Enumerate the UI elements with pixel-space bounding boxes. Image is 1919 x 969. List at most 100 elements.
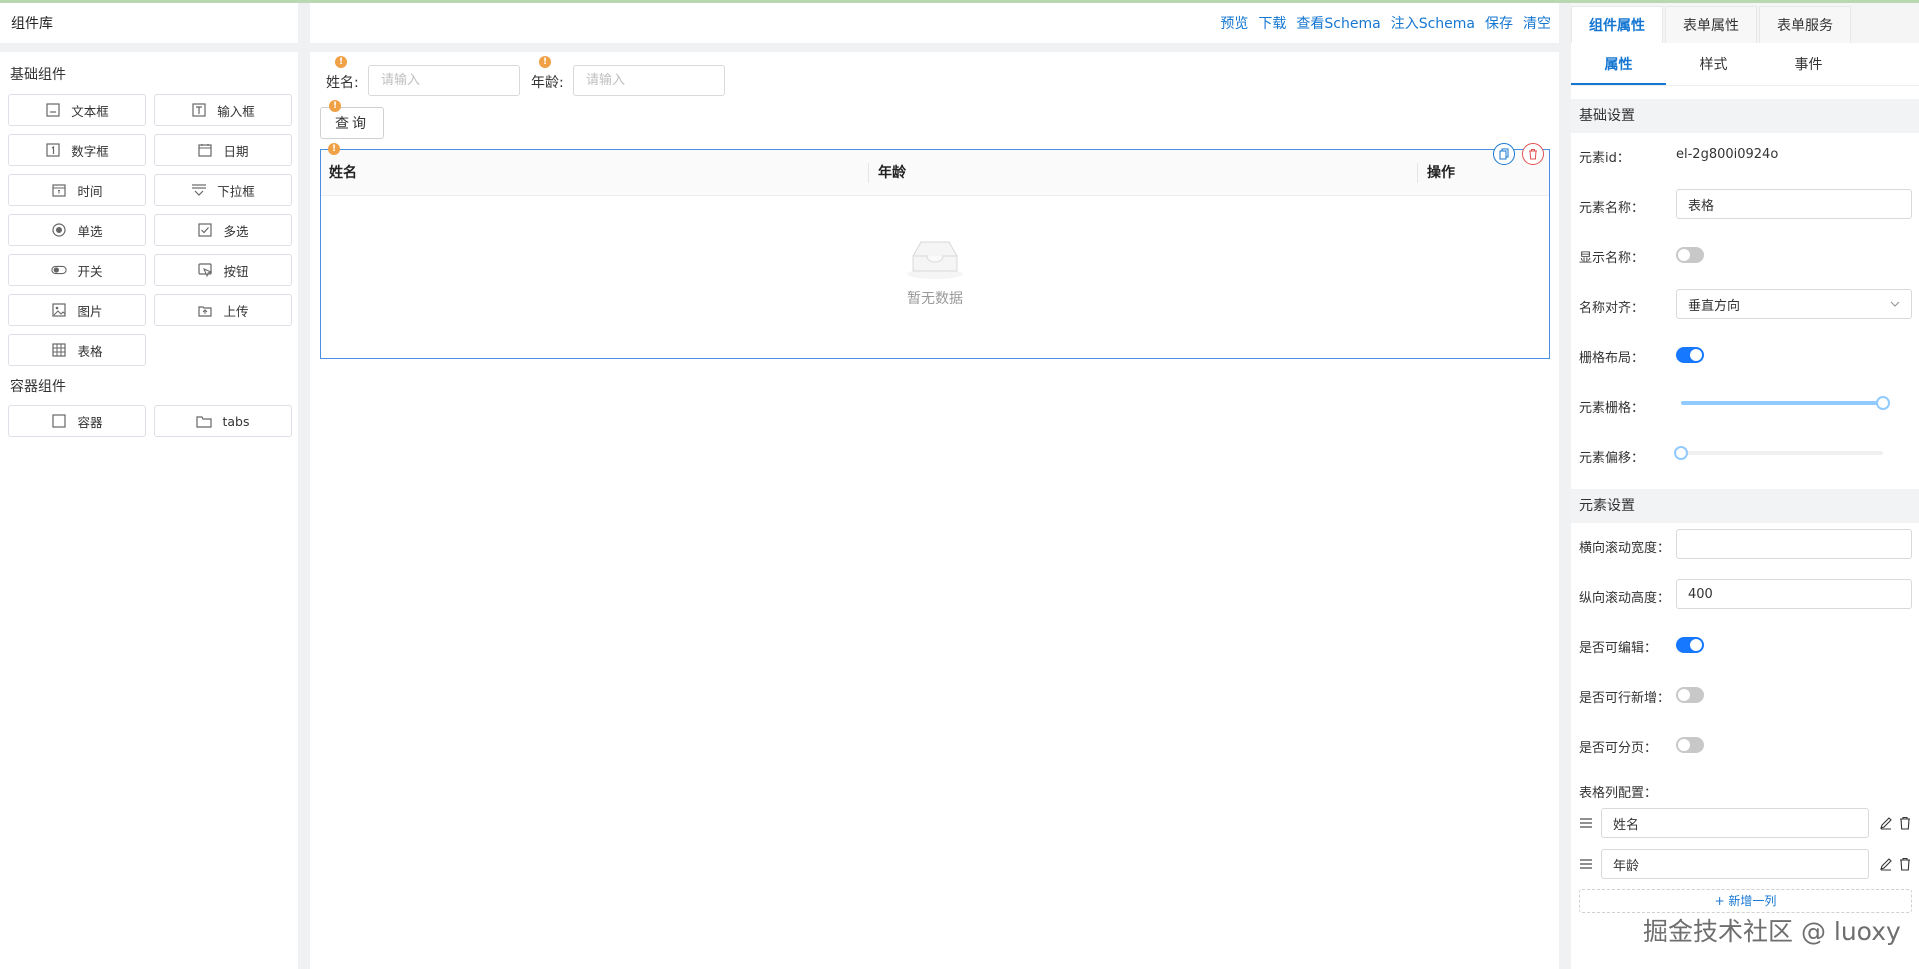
component-library-header: 组件库 <box>0 3 298 43</box>
column-config-input[interactable] <box>1601 808 1869 838</box>
empty-inbox-icon <box>907 241 963 279</box>
tabs-icon <box>196 413 213 429</box>
grid-layout-toggle[interactable] <box>1676 347 1704 363</box>
edit-icon[interactable] <box>1879 816 1893 830</box>
download-link[interactable]: 下载 <box>1258 13 1286 33</box>
tab-component-props[interactable]: 组件属性 <box>1571 6 1663 43</box>
component-label: 多选 <box>223 223 249 239</box>
component-label: 按钮 <box>223 263 249 279</box>
basic-settings-title: 基础设置 <box>1571 99 1919 133</box>
scroll-x-label: 横向滚动宽度： <box>1579 541 1671 556</box>
column-config-input[interactable] <box>1601 849 1869 879</box>
name-align-select[interactable]: 垂直方向 <box>1676 289 1912 319</box>
calendar-icon <box>197 142 213 158</box>
trash-icon[interactable] <box>1898 816 1912 830</box>
column-divider <box>1417 163 1418 183</box>
column-divider <box>868 163 869 183</box>
textbox-icon <box>45 102 61 118</box>
switch-icon <box>51 262 68 278</box>
tab-form-props[interactable]: 表单属性 <box>1665 6 1757 43</box>
component-library-panel: 基础组件 文本框 输入框 数字框 日期 时间 下拉框 单选 多选 开关 按钮 图… <box>0 52 298 969</box>
component-image[interactable]: 图片 <box>8 294 146 326</box>
component-table[interactable]: 表格 <box>8 334 146 366</box>
offset-slider[interactable] <box>1674 446 1883 460</box>
subtab-style[interactable]: 样式 <box>1666 46 1761 85</box>
component-radio[interactable]: 单选 <box>8 214 146 246</box>
delete-icon[interactable] <box>1522 143 1544 165</box>
component-tabs[interactable]: tabs <box>154 405 292 437</box>
dropdown-icon <box>191 182 207 198</box>
grid-span-slider[interactable] <box>1681 396 1890 410</box>
image-icon <box>51 302 67 318</box>
data-table[interactable]: ! 姓名 年龄 操作 暂无数据 <box>320 143 1550 359</box>
component-library-title: 组件库 <box>11 16 53 32</box>
scroll-y-input[interactable] <box>1676 579 1912 609</box>
component-switch[interactable]: 开关 <box>8 254 146 286</box>
checkbox-icon <box>197 222 213 238</box>
edit-icon[interactable] <box>1879 857 1893 871</box>
scroll-y-label: 纵向滚动高度： <box>1579 591 1671 606</box>
component-textbox[interactable]: 文本框 <box>8 94 146 126</box>
component-time[interactable]: 时间 <box>8 174 146 206</box>
inject-schema-link[interactable]: 注入Schema <box>1391 13 1475 33</box>
preview-link[interactable]: 预览 <box>1220 13 1248 33</box>
design-canvas[interactable]: ! 姓名: ! 年龄: ! 查询 ! 姓名 年龄 操作 暂无数据 <box>310 52 1559 969</box>
upload-icon <box>197 302 213 318</box>
component-button[interactable]: 按钮 <box>154 254 292 286</box>
save-link[interactable]: 保存 <box>1485 13 1513 33</box>
clear-link[interactable]: 清空 <box>1523 13 1551 33</box>
component-label: 时间 <box>77 183 103 199</box>
subtab-events[interactable]: 事件 <box>1761 46 1856 85</box>
column-header-name: 姓名 <box>329 165 357 181</box>
pageable-toggle[interactable] <box>1676 737 1704 753</box>
column-header-age: 年龄 <box>878 165 906 181</box>
show-name-label: 显示名称： <box>1579 251 1645 266</box>
component-label: 单选 <box>77 223 103 239</box>
container-components-title: 容器组件 <box>10 379 66 395</box>
component-checkbox[interactable]: 多选 <box>154 214 292 246</box>
component-number[interactable]: 数字框 <box>8 134 146 166</box>
component-label: 上传 <box>223 303 249 319</box>
name-input[interactable] <box>368 65 520 96</box>
name-align-label: 名称对齐： <box>1579 301 1645 316</box>
radio-icon <box>51 222 67 238</box>
drag-handle-icon[interactable] <box>1579 858 1593 870</box>
element-name-input[interactable] <box>1676 189 1912 219</box>
table-header: 姓名 年龄 操作 <box>321 150 1549 196</box>
component-date[interactable]: 日期 <box>154 134 292 166</box>
age-field-label: 年龄: <box>531 75 564 91</box>
slider-handle[interactable] <box>1674 446 1688 460</box>
addable-toggle[interactable] <box>1676 687 1704 703</box>
view-schema-link[interactable]: 查看Schema <box>1296 13 1380 33</box>
component-label: 输入框 <box>217 103 255 119</box>
component-upload[interactable]: 上传 <box>154 294 292 326</box>
component-label: 容器 <box>77 414 103 430</box>
editable-toggle[interactable] <box>1676 637 1704 653</box>
show-name-toggle[interactable] <box>1676 247 1704 263</box>
warning-badge-icon: ! <box>328 143 340 155</box>
component-label: 文本框 <box>71 103 109 119</box>
slider-handle[interactable] <box>1876 396 1890 410</box>
sub-tabs: 属性 样式 事件 <box>1571 46 1919 86</box>
watermark: 掘金技术社区 @ luoxy <box>1643 917 1901 946</box>
age-input[interactable] <box>573 65 725 96</box>
columns-config-label: 表格列配置： <box>1579 786 1658 801</box>
component-container[interactable]: 容器 <box>8 405 146 437</box>
trash-icon[interactable] <box>1898 857 1912 871</box>
component-label: 表格 <box>77 343 103 359</box>
component-label: tabs <box>222 413 250 429</box>
component-label: 数字框 <box>71 143 109 159</box>
add-column-button[interactable]: + 新增一列 <box>1579 889 1912 913</box>
scroll-x-input[interactable] <box>1676 529 1912 559</box>
drag-handle-icon[interactable] <box>1579 817 1593 829</box>
subtab-attributes[interactable]: 属性 <box>1571 46 1666 85</box>
copy-icon[interactable] <box>1493 143 1515 165</box>
tab-form-service[interactable]: 表单服务 <box>1759 6 1851 43</box>
empty-state: 暂无数据 <box>321 238 1549 308</box>
query-button[interactable]: 查询 <box>320 107 384 139</box>
component-label: 下拉框 <box>217 183 255 199</box>
component-input[interactable]: 输入框 <box>154 94 292 126</box>
element-settings-title: 元素设置 <box>1571 489 1919 523</box>
table-icon <box>51 342 67 358</box>
component-dropdown[interactable]: 下拉框 <box>154 174 292 206</box>
